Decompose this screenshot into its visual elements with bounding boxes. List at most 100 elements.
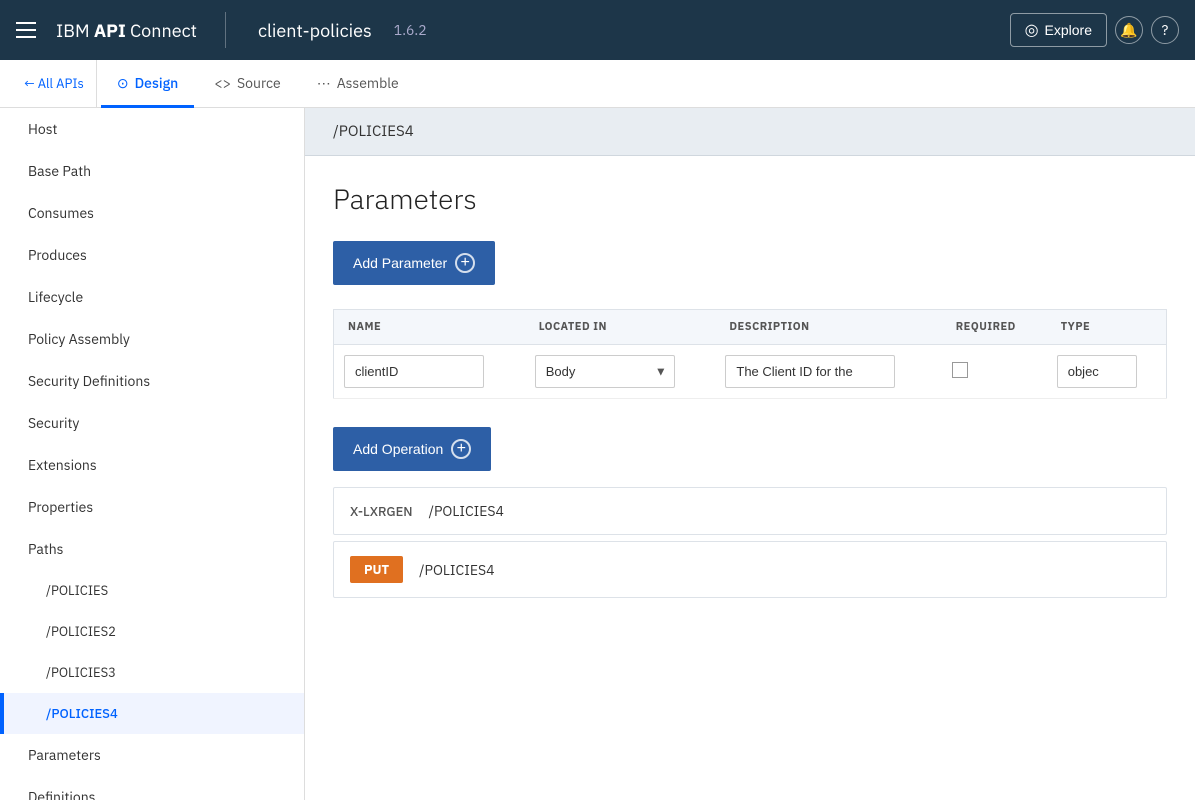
sidebar-item-label: /POLICIES3 <box>46 664 116 681</box>
operation-path-xlxrgen: /POLICIES4 <box>429 502 504 520</box>
section-title: Parameters <box>333 180 1167 217</box>
api-name: client-policies <box>258 19 372 42</box>
back-label: ← All APIs <box>24 75 84 92</box>
app-name-bold: API <box>94 19 126 42</box>
source-icon: <> <box>214 74 231 92</box>
content-inner: Parameters Add Parameter + NAME LOCATED … <box>305 156 1195 628</box>
tab-source-label: Source <box>237 74 281 92</box>
sidebar-item-policies2[interactable]: /POLICIES2 <box>0 611 304 652</box>
method-badge-put: PUT <box>350 556 403 583</box>
app-name-suffix: Connect <box>126 19 197 42</box>
nav-divider <box>225 12 226 48</box>
col-type-header: TYPE <box>1047 310 1167 345</box>
plus-icon-op: + <box>451 439 471 459</box>
sidebar-item-label: Parameters <box>28 746 101 764</box>
sidebar-item-label: Base Path <box>28 162 91 180</box>
sidebar-item-paths[interactable]: Paths <box>0 528 304 570</box>
param-desc-input[interactable] <box>725 355 895 388</box>
operation-row-xlxrgen[interactable]: X-LXRGEN /POLICIES4 <box>333 487 1167 535</box>
sidebar-item-definitions[interactable]: Definitions <box>0 776 304 800</box>
sidebar-item-label: Consumes <box>28 204 94 222</box>
main-layout: Host Base Path Consumes Produces Lifecyc… <box>0 108 1195 800</box>
app-title: IBM API Connect <box>56 19 197 42</box>
sidebar-item-label: Properties <box>28 498 93 516</box>
add-parameter-button[interactable]: Add Parameter + <box>333 241 495 285</box>
explore-button[interactable]: ◎ Explore <box>1010 13 1107 47</box>
table-header-row: NAME LOCATED IN DESCRIPTION REQUIRED TYP… <box>334 310 1167 345</box>
sidebar-item-label: Produces <box>28 246 87 264</box>
tab-assemble[interactable]: ⋯ Assemble <box>301 61 415 108</box>
param-required-checkbox[interactable] <box>952 362 968 378</box>
col-name-header: NAME <box>334 310 525 345</box>
param-type-input[interactable] <box>1057 355 1137 388</box>
sidebar-item-label: Host <box>28 120 57 138</box>
col-required-header: REQUIRED <box>942 310 1047 345</box>
sidebar-item-base-path[interactable]: Base Path <box>0 150 304 192</box>
sidebar-item-label: Definitions <box>28 788 96 800</box>
tab-design[interactable]: ⊙ Design <box>101 61 194 108</box>
sidebar-item-produces[interactable]: Produces <box>0 234 304 276</box>
add-operation-label: Add Operation <box>353 441 443 457</box>
sidebar-item-label: Security Definitions <box>28 372 150 390</box>
design-icon: ⊙ <box>117 74 129 92</box>
sidebar-item-parameters[interactable]: Parameters <box>0 734 304 776</box>
sidebar-item-security-definitions[interactable]: Security Definitions <box>0 360 304 402</box>
bell-icon: 🔔 <box>1120 21 1137 39</box>
tab-source[interactable]: <> Source <box>198 61 296 108</box>
plus-icon: + <box>455 253 475 273</box>
top-navigation: IBM API Connect client-policies 1.6.2 ◎ … <box>0 0 1195 60</box>
sidebar-item-label: /POLICIES4 <box>46 705 118 722</box>
col-desc-header: DESCRIPTION <box>715 310 941 345</box>
param-desc-cell <box>715 345 941 399</box>
param-located-select[interactable]: Body Query Header Path FormData <box>535 355 675 388</box>
sidebar-item-extensions[interactable]: Extensions <box>0 444 304 486</box>
hamburger-menu-button[interactable] <box>16 18 40 42</box>
explore-label: Explore <box>1045 22 1092 38</box>
sidebar-item-lifecycle[interactable]: Lifecycle <box>0 276 304 318</box>
param-required-cell <box>942 345 1047 399</box>
assemble-icon: ⋯ <box>317 74 331 92</box>
add-parameter-label: Add Parameter <box>353 255 447 271</box>
sidebar-item-consumes[interactable]: Consumes <box>0 192 304 234</box>
tab-design-label: Design <box>135 74 179 92</box>
back-to-all-apis-link[interactable]: ← All APIs <box>12 60 97 107</box>
located-in-select-wrapper: Body Query Header Path FormData ▼ <box>535 355 675 388</box>
method-badge-xlxrgen: X-LXRGEN <box>350 503 413 520</box>
sidebar-item-label: Extensions <box>28 456 97 474</box>
param-name-cell <box>334 345 525 399</box>
sidebar-item-label: /POLICIES2 <box>46 623 116 640</box>
add-operation-button[interactable]: Add Operation + <box>333 427 491 471</box>
sub-navigation: ← All APIs ⊙ Design <> Source ⋯ Assemble <box>0 60 1195 108</box>
sidebar-item-policies4[interactable]: /POLICIES4 <box>0 693 304 734</box>
nav-right-actions: ◎ Explore 🔔 ? <box>1010 13 1179 47</box>
param-name-input[interactable] <box>344 355 484 388</box>
param-type-cell <box>1047 345 1167 399</box>
app-name-prefix: IBM <box>56 19 94 42</box>
sidebar-item-label: Lifecycle <box>28 288 83 306</box>
sidebar-item-policies1[interactable]: /POLICIES <box>0 570 304 611</box>
explore-icon: ◎ <box>1025 20 1039 40</box>
operation-row-put[interactable]: PUT /POLICIES4 <box>333 541 1167 598</box>
path-header-text: /POLICIES4 <box>333 122 414 141</box>
sidebar-item-policy-assembly[interactable]: Policy Assembly <box>0 318 304 360</box>
param-located-cell: Body Query Header Path FormData ▼ <box>525 345 716 399</box>
help-icon-button[interactable]: ? <box>1151 16 1179 44</box>
sidebar: Host Base Path Consumes Produces Lifecyc… <box>0 108 305 800</box>
sidebar-item-properties[interactable]: Properties <box>0 486 304 528</box>
table-row: Body Query Header Path FormData ▼ <box>334 345 1167 399</box>
bell-icon-button[interactable]: 🔔 <box>1115 16 1143 44</box>
sidebar-item-label: /POLICIES <box>46 582 108 599</box>
sidebar-item-policies3[interactable]: /POLICIES3 <box>0 652 304 693</box>
tab-assemble-label: Assemble <box>337 74 399 92</box>
main-content: /POLICIES4 Parameters Add Parameter + NA… <box>305 108 1195 800</box>
sidebar-item-label: Security <box>28 414 79 432</box>
help-icon: ? <box>1162 21 1169 39</box>
sidebar-item-label: Paths <box>28 540 64 558</box>
path-header: /POLICIES4 <box>305 108 1195 156</box>
api-version: 1.6.2 <box>394 21 427 39</box>
sidebar-item-security[interactable]: Security <box>0 402 304 444</box>
sidebar-item-host[interactable]: Host <box>0 108 304 150</box>
operation-path-put: /POLICIES4 <box>419 561 494 579</box>
parameters-table: NAME LOCATED IN DESCRIPTION REQUIRED TYP… <box>333 309 1167 399</box>
col-located-header: LOCATED IN <box>525 310 716 345</box>
